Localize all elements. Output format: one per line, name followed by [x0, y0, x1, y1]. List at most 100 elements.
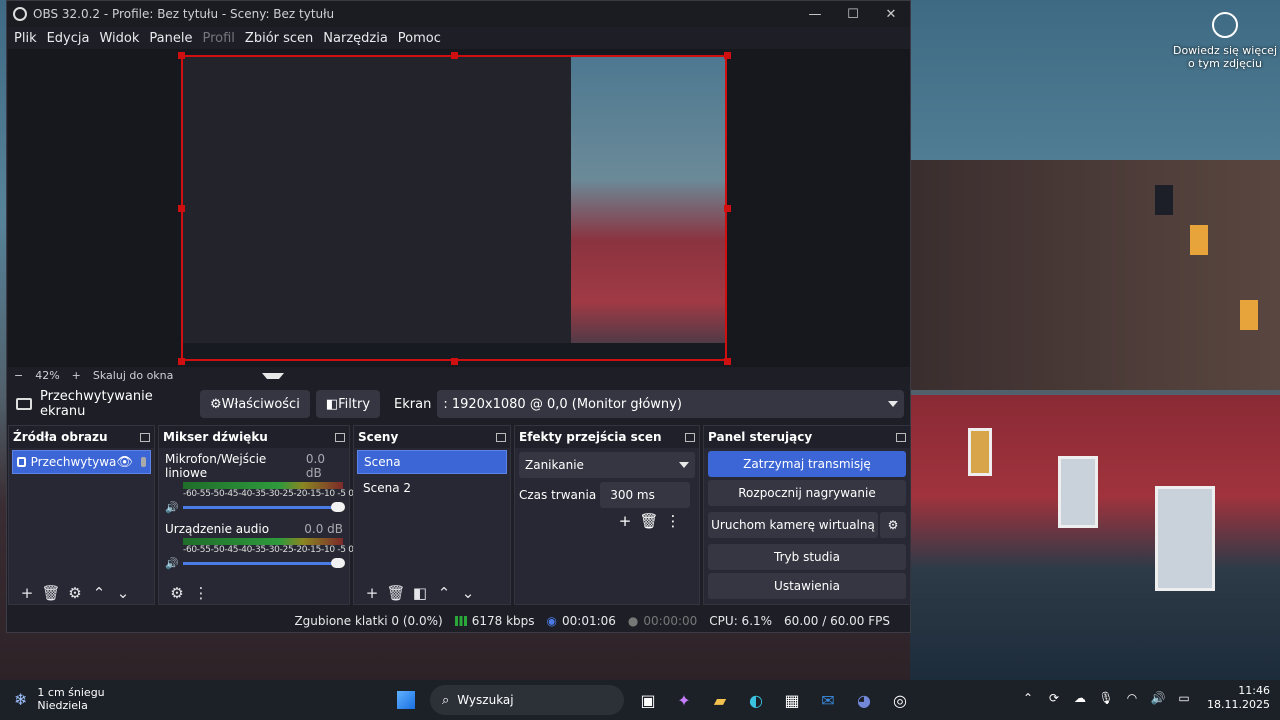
store-icon[interactable]: ▦ [776, 684, 808, 716]
advanced-audio-icon[interactable]: ⚙ [165, 584, 189, 602]
title-bar[interactable]: OBS 32.0.2 - Profile: Bez tytułu - Sceny… [7, 1, 910, 27]
transition-select[interactable]: Zanikanie [519, 452, 695, 478]
scene-item[interactable]: Scena 2 [357, 476, 507, 500]
popout-icon[interactable] [685, 432, 695, 442]
resize-handle[interactable] [451, 358, 458, 365]
clock-date: 18.11.2025 [1207, 698, 1270, 711]
filter-icon[interactable]: ◧ [408, 584, 432, 602]
settings-button[interactable]: Ustawienia [708, 573, 906, 599]
menu-panele[interactable]: Panele [144, 31, 197, 46]
resize-handle[interactable] [724, 205, 731, 212]
wifi-icon[interactable]: ◠ [1119, 691, 1145, 705]
lock-icon[interactable] [140, 457, 146, 467]
add-icon[interactable]: + [613, 512, 637, 530]
battery-icon[interactable]: ▭ [1171, 691, 1197, 705]
volume-knob[interactable] [331, 502, 345, 512]
file-explorer-icon[interactable]: ▰ [704, 684, 736, 716]
resize-handle[interactable] [724, 358, 731, 365]
menu-plik[interactable]: Plik [9, 31, 42, 46]
weather-widget[interactable]: ❄ 1 cm śniegu Niedziela [14, 686, 105, 712]
down-icon[interactable]: ⌄ [111, 584, 135, 602]
trash-icon[interactable]: 🗑 [384, 584, 408, 602]
popout-icon[interactable] [496, 432, 506, 442]
volume-knob[interactable] [331, 558, 345, 568]
add-icon[interactable]: + [15, 584, 39, 602]
close-button[interactable]: ✕ [872, 7, 910, 22]
volume-icon[interactable]: 🔊 [1145, 691, 1171, 705]
volume-slider[interactable] [183, 558, 345, 568]
meter-ticks: -60-55-50-45-40-35-30-25-20-15-10 -5 0 [183, 545, 354, 555]
clock[interactable]: 11:46 18.11.2025 [1207, 684, 1270, 712]
source-toolbar: Przechwytywanie ekranu ⚙ Właściwości ◧ F… [8, 387, 910, 421]
source-item[interactable]: Przechwytywa 👁 [12, 450, 151, 474]
chevron-down-icon[interactable] [261, 372, 284, 379]
menu-narzedzia[interactable]: Narzędzia [318, 31, 393, 46]
copilot-icon[interactable]: ✦ [668, 684, 700, 716]
zoom-out-button[interactable]: − [8, 369, 29, 382]
sync-icon[interactable]: ⟳ [1041, 691, 1067, 705]
scale-dropdown[interactable]: Skaluj do okna [87, 369, 262, 382]
volume-slider[interactable] [183, 502, 345, 512]
taskbar-search[interactable]: ⌕ Wyszukaj [430, 685, 624, 715]
menu-zbior-scen[interactable]: Zbiór scen [240, 31, 318, 46]
speaker-icon[interactable]: 🔊 [165, 501, 183, 514]
trash-icon[interactable]: 🗑 [637, 512, 661, 530]
resize-handle[interactable] [451, 52, 458, 59]
resize-handle[interactable] [178, 205, 185, 212]
duration-label: Czas trwania [519, 488, 597, 502]
filters-button[interactable]: ◧ Filtry [315, 390, 381, 418]
resize-handle[interactable] [178, 52, 185, 59]
resize-handle[interactable] [724, 52, 731, 59]
bitrate-value: 6178 kbps [471, 613, 535, 628]
up-icon[interactable]: ⌃ [87, 584, 111, 602]
popout-icon[interactable] [335, 432, 345, 442]
trash-icon[interactable]: 🗑 [39, 584, 63, 602]
wallpaper-window [1190, 225, 1208, 255]
microphone-icon[interactable]: 🎙 [1093, 691, 1119, 705]
eye-icon[interactable]: 👁 [116, 455, 133, 470]
controls-title: Panel sterujący [708, 430, 813, 444]
menu-pomoc[interactable]: Pomoc [393, 31, 446, 46]
speaker-icon[interactable]: 🔊 [165, 557, 183, 570]
taskbar: ❄ 1 cm śniegu Niedziela ⌕ Wyszukaj ▣ ✦ ▰ ◐… [0, 680, 1280, 720]
scenes-title: Sceny [358, 430, 399, 444]
sources-title: Źródła obrazu [13, 430, 108, 444]
gear-icon[interactable]: ⚙ [63, 584, 87, 602]
minimize-button[interactable]: — [796, 7, 834, 22]
chevron-up-icon[interactable]: ⌃ [1015, 691, 1041, 705]
popout-icon[interactable] [140, 432, 150, 442]
task-view-icon[interactable]: ▣ [632, 684, 664, 716]
more-icon[interactable]: ⋮ [189, 584, 213, 602]
studio-mode-button[interactable]: Tryb studia [708, 544, 906, 570]
search-icon: ⌕ [442, 692, 450, 708]
menu-profil[interactable]: Profil [197, 31, 239, 46]
start-button[interactable] [390, 684, 422, 716]
popout-icon[interactable] [896, 432, 906, 442]
discord-icon[interactable]: ◕ [848, 684, 880, 716]
edge-icon[interactable]: ◐ [740, 684, 772, 716]
maximize-button[interactable]: ☐ [834, 7, 872, 22]
snow-icon: ❄ [14, 689, 28, 709]
menu-widok[interactable]: Widok [94, 31, 144, 46]
gear-icon[interactable]: ⚙ [880, 512, 906, 538]
down-icon[interactable]: ⌄ [456, 584, 480, 602]
preview-canvas[interactable] [181, 55, 727, 361]
cloud-icon[interactable]: ☁ [1067, 691, 1093, 705]
menu-edycja[interactable]: Edycja [42, 31, 95, 46]
screen-select[interactable]: : 1920x1080 @ 0,0 (Monitor główny) [437, 390, 904, 418]
scene-item[interactable]: Scena [357, 450, 507, 474]
start-record-button[interactable]: Rozpocznij nagrywanie [708, 480, 906, 506]
properties-button[interactable]: ⚙ Właściwości [200, 390, 310, 418]
stop-stream-button[interactable]: Zatrzymaj transmisję [708, 451, 906, 477]
wallpaper-info[interactable]: Dowiedz się więcej o tym zdjęciu [1170, 12, 1280, 70]
zoom-in-button[interactable]: + [66, 369, 87, 382]
obs-taskbar-icon[interactable]: ◎ [884, 684, 916, 716]
add-icon[interactable]: + [360, 584, 384, 602]
more-icon[interactable]: ⋮ [661, 512, 685, 530]
duration-input[interactable]: 300 ms [600, 482, 691, 508]
up-icon[interactable]: ⌃ [432, 584, 456, 602]
outlook-icon[interactable]: ✉ [812, 684, 844, 716]
preview-area[interactable] [8, 49, 910, 367]
resize-handle[interactable] [178, 358, 185, 365]
virtual-cam-button[interactable]: Uruchom kamerę wirtualną [708, 512, 878, 538]
